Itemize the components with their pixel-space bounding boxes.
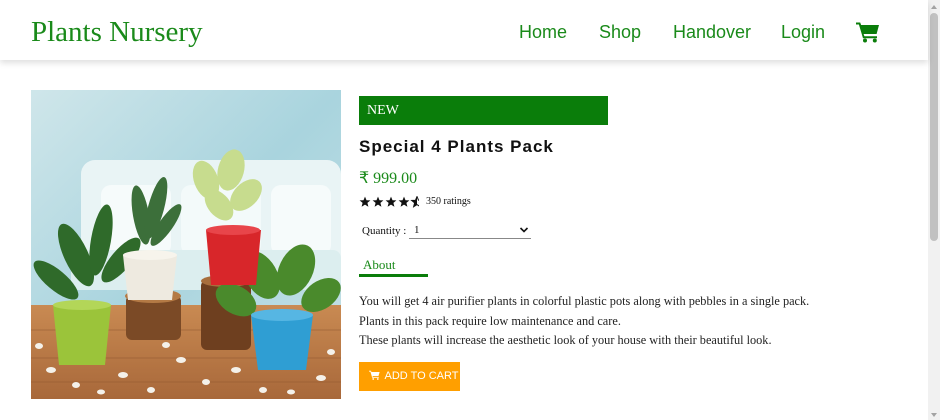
quantity-value: 1 (414, 224, 420, 236)
nav-link-handover[interactable]: Handover (673, 21, 751, 43)
ratings-count: 350 ratings (426, 196, 471, 208)
description-line: You will get 4 air purifier plants in co… (359, 294, 810, 308)
product-image (31, 90, 341, 399)
scrollbar-thumb[interactable] (930, 13, 938, 241)
product-price: ₹ 999.00 (359, 170, 418, 187)
nav-link-login[interactable]: Login (781, 21, 825, 43)
add-to-cart-button[interactable]: ADD TO CART (359, 362, 460, 391)
quantity-select[interactable]: 1 (409, 222, 531, 239)
description-line: These plants will increase the aesthetic… (359, 333, 772, 347)
new-badge: NEW (359, 96, 608, 125)
nav-link-shop[interactable]: Shop (599, 21, 641, 43)
scroll-up-arrow-icon[interactable] (928, 0, 940, 12)
product-title: Special 4 Plants Pack (359, 137, 554, 156)
nav-link-home[interactable]: Home (519, 21, 567, 43)
add-to-cart-label: ADD TO CART (384, 370, 459, 382)
vertical-scrollbar[interactable] (928, 0, 940, 420)
cart-icon (368, 370, 380, 380)
description-line: Plants in this pack require low maintena… (359, 313, 621, 328)
chevron-down-icon (519, 227, 529, 233)
product-description: You will get 4 air purifier plants in co… (359, 292, 809, 351)
shopping-cart-icon[interactable] (856, 21, 880, 43)
product-rating: 350 ratings (359, 193, 471, 208)
quantity-label: Quantity : (362, 225, 407, 237)
navbar: Plants Nursery Home Shop Handover Login (0, 0, 928, 60)
brand-logo-text[interactable]: Plants Nursery (31, 14, 203, 50)
scroll-down-arrow-icon[interactable] (928, 408, 940, 420)
star-rating-icon (359, 196, 419, 208)
tab-about[interactable]: About (359, 256, 428, 277)
